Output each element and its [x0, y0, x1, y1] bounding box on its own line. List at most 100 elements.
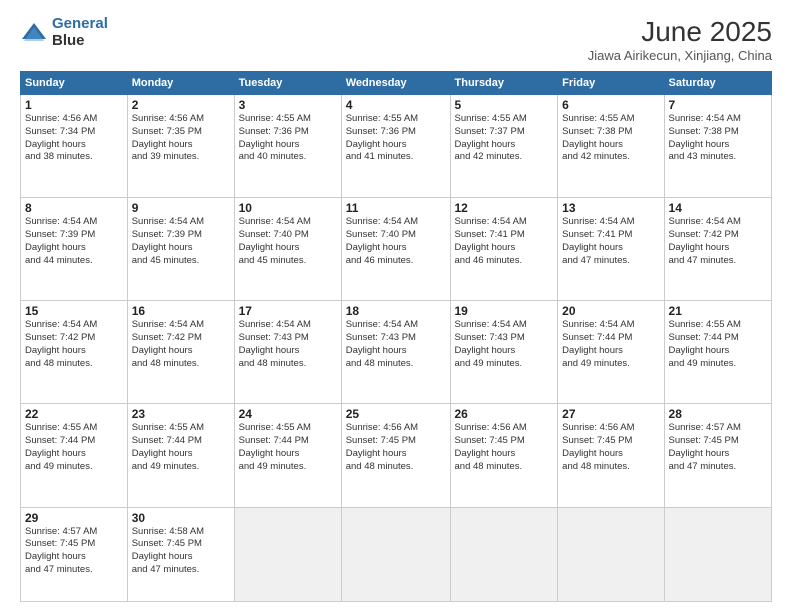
logo-icon [20, 19, 48, 47]
calendar-day-cell: 10 Sunrise: 4:54 AM Sunset: 7:40 PM Dayl… [234, 198, 341, 301]
calendar-day-cell: 7 Sunrise: 4:54 AM Sunset: 7:38 PM Dayli… [664, 95, 771, 198]
day-number: 5 [455, 98, 554, 112]
day-info: Sunrise: 4:54 AM Sunset: 7:42 PM Dayligh… [669, 216, 767, 267]
day-info: Sunrise: 4:55 AM Sunset: 7:44 PM Dayligh… [25, 422, 123, 473]
day-number: 6 [562, 98, 659, 112]
day-info: Sunrise: 4:55 AM Sunset: 7:44 PM Dayligh… [239, 422, 337, 473]
day-number: 19 [455, 304, 554, 318]
logo-text: General Blue [52, 16, 108, 49]
day-number: 28 [669, 407, 767, 421]
day-info: Sunrise: 4:58 AM Sunset: 7:45 PM Dayligh… [132, 526, 230, 577]
calendar-day-cell: 2 Sunrise: 4:56 AM Sunset: 7:35 PM Dayli… [127, 95, 234, 198]
day-number: 4 [346, 98, 446, 112]
day-number: 10 [239, 201, 337, 215]
weekday-header: Tuesday [234, 72, 341, 95]
day-number: 26 [455, 407, 554, 421]
day-number: 16 [132, 304, 230, 318]
calendar-day-cell: 26 Sunrise: 4:56 AM Sunset: 7:45 PM Dayl… [450, 404, 558, 507]
day-number: 23 [132, 407, 230, 421]
weekday-header: Sunday [21, 72, 128, 95]
day-number: 29 [25, 511, 123, 525]
calendar-day-cell: 6 Sunrise: 4:55 AM Sunset: 7:38 PM Dayli… [558, 95, 664, 198]
day-info: Sunrise: 4:56 AM Sunset: 7:34 PM Dayligh… [25, 113, 123, 164]
day-number: 30 [132, 511, 230, 525]
day-info: Sunrise: 4:55 AM Sunset: 7:44 PM Dayligh… [669, 319, 767, 370]
day-number: 12 [455, 201, 554, 215]
calendar-day-cell [450, 507, 558, 602]
day-number: 11 [346, 201, 446, 215]
day-number: 8 [25, 201, 123, 215]
day-info: Sunrise: 4:54 AM Sunset: 7:42 PM Dayligh… [25, 319, 123, 370]
weekday-header: Saturday [664, 72, 771, 95]
day-number: 22 [25, 407, 123, 421]
calendar-week-row: 29 Sunrise: 4:57 AM Sunset: 7:45 PM Dayl… [21, 507, 772, 602]
calendar-week-row: 22 Sunrise: 4:55 AM Sunset: 7:44 PM Dayl… [21, 404, 772, 507]
day-info: Sunrise: 4:54 AM Sunset: 7:40 PM Dayligh… [346, 216, 446, 267]
calendar-day-cell: 21 Sunrise: 4:55 AM Sunset: 7:44 PM Dayl… [664, 301, 771, 404]
calendar-header-row: SundayMondayTuesdayWednesdayThursdayFrid… [21, 72, 772, 95]
day-number: 9 [132, 201, 230, 215]
day-number: 17 [239, 304, 337, 318]
calendar-day-cell: 15 Sunrise: 4:54 AM Sunset: 7:42 PM Dayl… [21, 301, 128, 404]
day-number: 14 [669, 201, 767, 215]
calendar-week-row: 15 Sunrise: 4:54 AM Sunset: 7:42 PM Dayl… [21, 301, 772, 404]
day-info: Sunrise: 4:55 AM Sunset: 7:36 PM Dayligh… [346, 113, 446, 164]
calendar-day-cell [664, 507, 771, 602]
calendar-day-cell: 14 Sunrise: 4:54 AM Sunset: 7:42 PM Dayl… [664, 198, 771, 301]
day-number: 18 [346, 304, 446, 318]
page: General Blue June 2025 Jiawa Airikecun, … [0, 0, 792, 612]
day-info: Sunrise: 4:56 AM Sunset: 7:45 PM Dayligh… [455, 422, 554, 473]
calendar-day-cell: 8 Sunrise: 4:54 AM Sunset: 7:39 PM Dayli… [21, 198, 128, 301]
day-info: Sunrise: 4:54 AM Sunset: 7:38 PM Dayligh… [669, 113, 767, 164]
day-number: 24 [239, 407, 337, 421]
calendar-day-cell [341, 507, 450, 602]
weekday-header: Monday [127, 72, 234, 95]
day-number: 2 [132, 98, 230, 112]
calendar-day-cell: 9 Sunrise: 4:54 AM Sunset: 7:39 PM Dayli… [127, 198, 234, 301]
calendar-day-cell: 13 Sunrise: 4:54 AM Sunset: 7:41 PM Dayl… [558, 198, 664, 301]
calendar-day-cell: 4 Sunrise: 4:55 AM Sunset: 7:36 PM Dayli… [341, 95, 450, 198]
header: General Blue June 2025 Jiawa Airikecun, … [20, 16, 772, 63]
day-info: Sunrise: 4:54 AM Sunset: 7:39 PM Dayligh… [132, 216, 230, 267]
calendar-day-cell: 30 Sunrise: 4:58 AM Sunset: 7:45 PM Dayl… [127, 507, 234, 602]
calendar-day-cell: 12 Sunrise: 4:54 AM Sunset: 7:41 PM Dayl… [450, 198, 558, 301]
day-number: 27 [562, 407, 659, 421]
day-info: Sunrise: 4:54 AM Sunset: 7:42 PM Dayligh… [132, 319, 230, 370]
weekday-header: Thursday [450, 72, 558, 95]
calendar-day-cell: 23 Sunrise: 4:55 AM Sunset: 7:44 PM Dayl… [127, 404, 234, 507]
calendar-day-cell: 18 Sunrise: 4:54 AM Sunset: 7:43 PM Dayl… [341, 301, 450, 404]
calendar-day-cell: 19 Sunrise: 4:54 AM Sunset: 7:43 PM Dayl… [450, 301, 558, 404]
day-number: 25 [346, 407, 446, 421]
calendar-day-cell: 5 Sunrise: 4:55 AM Sunset: 7:37 PM Dayli… [450, 95, 558, 198]
calendar-day-cell [234, 507, 341, 602]
calendar-week-row: 1 Sunrise: 4:56 AM Sunset: 7:34 PM Dayli… [21, 95, 772, 198]
day-info: Sunrise: 4:55 AM Sunset: 7:36 PM Dayligh… [239, 113, 337, 164]
calendar-table: SundayMondayTuesdayWednesdayThursdayFrid… [20, 71, 772, 602]
day-number: 13 [562, 201, 659, 215]
day-info: Sunrise: 4:54 AM Sunset: 7:44 PM Dayligh… [562, 319, 659, 370]
day-number: 3 [239, 98, 337, 112]
calendar-day-cell: 3 Sunrise: 4:55 AM Sunset: 7:36 PM Dayli… [234, 95, 341, 198]
day-info: Sunrise: 4:57 AM Sunset: 7:45 PM Dayligh… [25, 526, 123, 577]
logo: General Blue [20, 16, 108, 49]
month-title: June 2025 [588, 16, 772, 48]
calendar-day-cell: 28 Sunrise: 4:57 AM Sunset: 7:45 PM Dayl… [664, 404, 771, 507]
day-info: Sunrise: 4:54 AM Sunset: 7:43 PM Dayligh… [239, 319, 337, 370]
day-info: Sunrise: 4:54 AM Sunset: 7:41 PM Dayligh… [562, 216, 659, 267]
day-info: Sunrise: 4:55 AM Sunset: 7:37 PM Dayligh… [455, 113, 554, 164]
calendar-day-cell: 16 Sunrise: 4:54 AM Sunset: 7:42 PM Dayl… [127, 301, 234, 404]
calendar-day-cell: 17 Sunrise: 4:54 AM Sunset: 7:43 PM Dayl… [234, 301, 341, 404]
weekday-header: Wednesday [341, 72, 450, 95]
day-number: 20 [562, 304, 659, 318]
day-info: Sunrise: 4:56 AM Sunset: 7:35 PM Dayligh… [132, 113, 230, 164]
calendar-day-cell [558, 507, 664, 602]
day-info: Sunrise: 4:54 AM Sunset: 7:41 PM Dayligh… [455, 216, 554, 267]
day-info: Sunrise: 4:54 AM Sunset: 7:40 PM Dayligh… [239, 216, 337, 267]
day-info: Sunrise: 4:54 AM Sunset: 7:43 PM Dayligh… [346, 319, 446, 370]
day-number: 7 [669, 98, 767, 112]
day-info: Sunrise: 4:54 AM Sunset: 7:43 PM Dayligh… [455, 319, 554, 370]
day-info: Sunrise: 4:55 AM Sunset: 7:38 PM Dayligh… [562, 113, 659, 164]
calendar-day-cell: 22 Sunrise: 4:55 AM Sunset: 7:44 PM Dayl… [21, 404, 128, 507]
title-block: June 2025 Jiawa Airikecun, Xinjiang, Chi… [588, 16, 772, 63]
calendar-day-cell: 27 Sunrise: 4:56 AM Sunset: 7:45 PM Dayl… [558, 404, 664, 507]
